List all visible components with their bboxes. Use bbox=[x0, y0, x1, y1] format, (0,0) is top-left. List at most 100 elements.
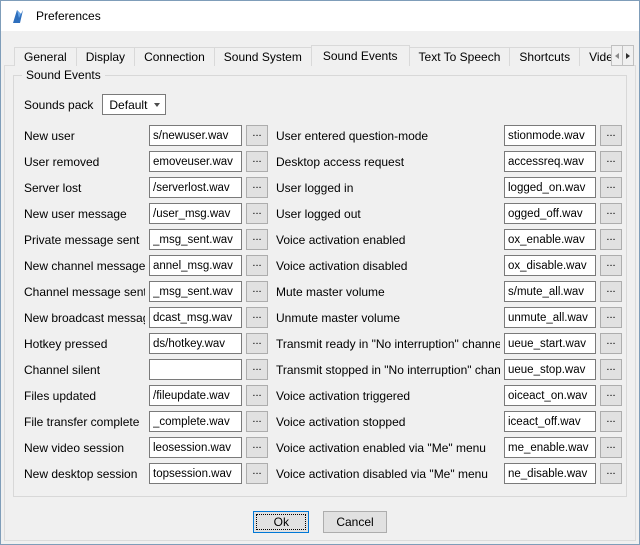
sound-event-label: Files updated bbox=[24, 389, 145, 403]
sound-file-input[interactable] bbox=[504, 281, 596, 302]
browse-button[interactable]: ... bbox=[600, 125, 622, 146]
sound-event-row: New user ... bbox=[24, 125, 268, 146]
sound-event-label: User logged out bbox=[276, 207, 500, 221]
browse-button[interactable]: ... bbox=[246, 203, 268, 224]
sound-event-label: Voice activation stopped bbox=[276, 415, 500, 429]
sound-file-input[interactable] bbox=[149, 437, 242, 458]
sound-file-input[interactable] bbox=[504, 151, 596, 172]
sounds-pack-row: Sounds pack Default bbox=[24, 94, 620, 115]
tab-text-to-speech[interactable]: Text To Speech bbox=[409, 47, 511, 66]
sound-file-input[interactable] bbox=[504, 203, 596, 224]
sound-event-label: User entered question-mode bbox=[276, 129, 500, 143]
browse-button[interactable]: ... bbox=[246, 385, 268, 406]
browse-button[interactable]: ... bbox=[600, 463, 622, 484]
browse-button[interactable]: ... bbox=[246, 307, 268, 328]
sound-file-input[interactable] bbox=[504, 229, 596, 250]
browse-button[interactable]: ... bbox=[246, 437, 268, 458]
tab-label: Sound Events bbox=[323, 49, 398, 63]
sound-event-label: New broadcast message bbox=[24, 311, 145, 325]
sound-event-label: Transmit ready in "No interruption" chan… bbox=[276, 337, 500, 351]
browse-button[interactable]: ... bbox=[246, 281, 268, 302]
sound-file-input[interactable] bbox=[504, 411, 596, 432]
browse-button[interactable]: ... bbox=[600, 385, 622, 406]
sound-event-row: Transmit ready in "No interruption" chan… bbox=[276, 333, 622, 354]
sound-event-label: File transfer complete bbox=[24, 415, 145, 429]
tab-sound-events[interactable]: Sound Events bbox=[311, 45, 410, 66]
sound-event-row: Transmit stopped in "No interruption" ch… bbox=[276, 359, 622, 380]
sound-file-input[interactable] bbox=[149, 177, 242, 198]
scroll-left-icon bbox=[615, 53, 619, 59]
browse-button[interactable]: ... bbox=[246, 359, 268, 380]
browse-button[interactable]: ... bbox=[246, 411, 268, 432]
sound-event-row: Voice activation enabled ... bbox=[276, 229, 622, 250]
browse-button[interactable]: ... bbox=[246, 463, 268, 484]
sound-event-label: Mute master volume bbox=[276, 285, 500, 299]
sound-event-row: Voice activation stopped ... bbox=[276, 411, 622, 432]
sound-file-input[interactable] bbox=[149, 229, 242, 250]
tab-label: Shortcuts bbox=[519, 50, 570, 64]
sound-file-input[interactable] bbox=[504, 385, 596, 406]
sound-file-input[interactable] bbox=[149, 203, 242, 224]
browse-button[interactable]: ... bbox=[600, 411, 622, 432]
browse-button[interactable]: ... bbox=[600, 333, 622, 354]
sound-file-input[interactable] bbox=[149, 463, 242, 484]
sound-file-input[interactable] bbox=[504, 177, 596, 198]
tab-general[interactable]: General bbox=[14, 47, 77, 66]
sound-event-label: New channel message bbox=[24, 259, 145, 273]
sounds-pack-select[interactable]: Default bbox=[102, 94, 166, 115]
cancel-button[interactable]: Cancel bbox=[323, 511, 386, 533]
sound-event-row: New desktop session ... bbox=[24, 463, 268, 484]
tab-sound-system[interactable]: Sound System bbox=[214, 47, 312, 66]
tab-display[interactable]: Display bbox=[76, 47, 135, 66]
sound-file-input[interactable] bbox=[504, 255, 596, 276]
dialog-buttons: Ok Cancel bbox=[5, 511, 635, 533]
tab-shortcuts[interactable]: Shortcuts bbox=[509, 47, 580, 66]
browse-button[interactable]: ... bbox=[600, 229, 622, 250]
browse-button[interactable]: ... bbox=[246, 255, 268, 276]
tab-bar: General Display Connection Sound System … bbox=[14, 44, 613, 66]
sound-event-row: Server lost ... bbox=[24, 177, 268, 198]
sound-file-input[interactable] bbox=[149, 385, 242, 406]
sound-file-input[interactable] bbox=[149, 255, 242, 276]
sound-file-input[interactable] bbox=[149, 359, 242, 380]
browse-button[interactable]: ... bbox=[600, 177, 622, 198]
tab-video[interactable]: Video bbox=[579, 47, 613, 66]
browse-button[interactable]: ... bbox=[600, 359, 622, 380]
sound-events-column-right: User entered question-mode ... Desktop a… bbox=[276, 125, 622, 484]
browse-button[interactable]: ... bbox=[600, 203, 622, 224]
browse-button[interactable]: ... bbox=[600, 437, 622, 458]
sound-file-input[interactable] bbox=[504, 307, 596, 328]
sound-event-row: New user message ... bbox=[24, 203, 268, 224]
sound-event-label: Hotkey pressed bbox=[24, 337, 145, 351]
sound-file-input[interactable] bbox=[149, 333, 242, 354]
tab-connection[interactable]: Connection bbox=[134, 47, 215, 66]
browse-button[interactable]: ... bbox=[600, 307, 622, 328]
sound-file-input[interactable] bbox=[149, 125, 242, 146]
sound-file-input[interactable] bbox=[504, 333, 596, 354]
sound-event-row: Desktop access request ... bbox=[276, 151, 622, 172]
sound-file-input[interactable] bbox=[504, 437, 596, 458]
ok-button[interactable]: Ok bbox=[253, 511, 309, 533]
sound-file-input[interactable] bbox=[504, 463, 596, 484]
browse-button[interactable]: ... bbox=[600, 151, 622, 172]
title-bar[interactable]: Preferences bbox=[1, 1, 639, 31]
browse-button[interactable]: ... bbox=[246, 333, 268, 354]
browse-button[interactable]: ... bbox=[246, 177, 268, 198]
browse-button[interactable]: ... bbox=[600, 281, 622, 302]
sound-file-input[interactable] bbox=[504, 359, 596, 380]
sound-file-input[interactable] bbox=[504, 125, 596, 146]
browse-button[interactable]: ... bbox=[246, 125, 268, 146]
sound-file-input[interactable] bbox=[149, 151, 242, 172]
sound-file-input[interactable] bbox=[149, 411, 242, 432]
scroll-right-icon bbox=[626, 53, 630, 59]
tab-scroll-right-button[interactable] bbox=[622, 45, 634, 66]
browse-button[interactable]: ... bbox=[246, 229, 268, 250]
browse-button[interactable]: ... bbox=[246, 151, 268, 172]
sound-file-input[interactable] bbox=[149, 281, 242, 302]
app-icon bbox=[11, 8, 27, 24]
sound-file-input[interactable] bbox=[149, 307, 242, 328]
sound-event-row: Files updated ... bbox=[24, 385, 268, 406]
sound-event-label: New user message bbox=[24, 207, 145, 221]
sound-event-label: Unmute master volume bbox=[276, 311, 500, 325]
browse-button[interactable]: ... bbox=[600, 255, 622, 276]
